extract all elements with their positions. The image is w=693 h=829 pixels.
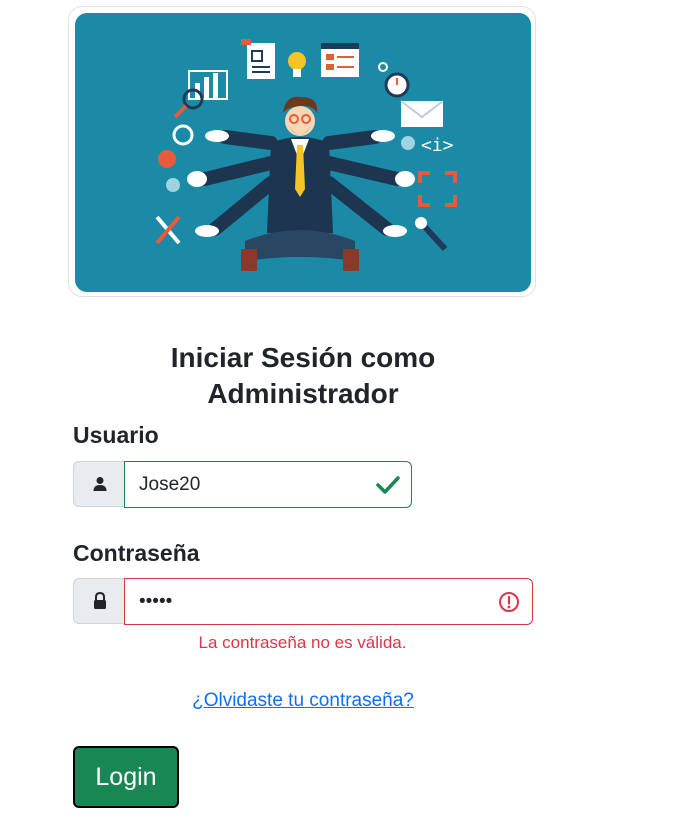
code-icon: <i>: [421, 135, 454, 156]
stopwatch-icon: [378, 62, 410, 98]
lightbulb-icon: [288, 52, 306, 77]
login-button[interactable]: Login: [73, 746, 179, 808]
hero-illustration: <i>: [75, 13, 531, 292]
focus-icon: [418, 171, 457, 207]
password-label: Contraseña: [73, 540, 200, 566]
gear-icon: [172, 124, 194, 146]
tools-icon: [155, 215, 181, 245]
forgot-password-link[interactable]: ¿Olvidaste tu contraseña?: [192, 690, 414, 711]
gear-icon: [401, 136, 415, 150]
document-icon: [241, 39, 275, 79]
lock-icon: [93, 592, 106, 609]
legs: [245, 230, 355, 261]
browser-icon: [321, 43, 359, 77]
hero-image-frame: <i>: [68, 6, 536, 297]
username-addon: [73, 461, 125, 507]
password-input[interactable]: [124, 578, 533, 625]
envelope-icon: [400, 100, 444, 127]
password-addon: [73, 578, 125, 624]
gear-icon: [158, 150, 176, 168]
gear-icon: [166, 178, 180, 192]
valid-check-icon: [376, 474, 400, 496]
wrench-icon: [415, 217, 448, 252]
page-title-line-2: Administrador: [207, 378, 399, 409]
chart-icon: [173, 70, 228, 119]
password-error-message: La contraseña no es válida.: [198, 633, 407, 652]
error-icon: [498, 591, 520, 613]
person-icon: [93, 477, 106, 491]
username-input[interactable]: [124, 461, 412, 508]
page-title: Iniciar Sesión como Administrador: [73, 340, 533, 412]
forgot-password-row: ¿Olvidaste tu contraseña?: [73, 690, 533, 712]
username-label: Usuario: [73, 422, 159, 448]
page-title-line-1: Iniciar Sesión como: [170, 342, 436, 373]
